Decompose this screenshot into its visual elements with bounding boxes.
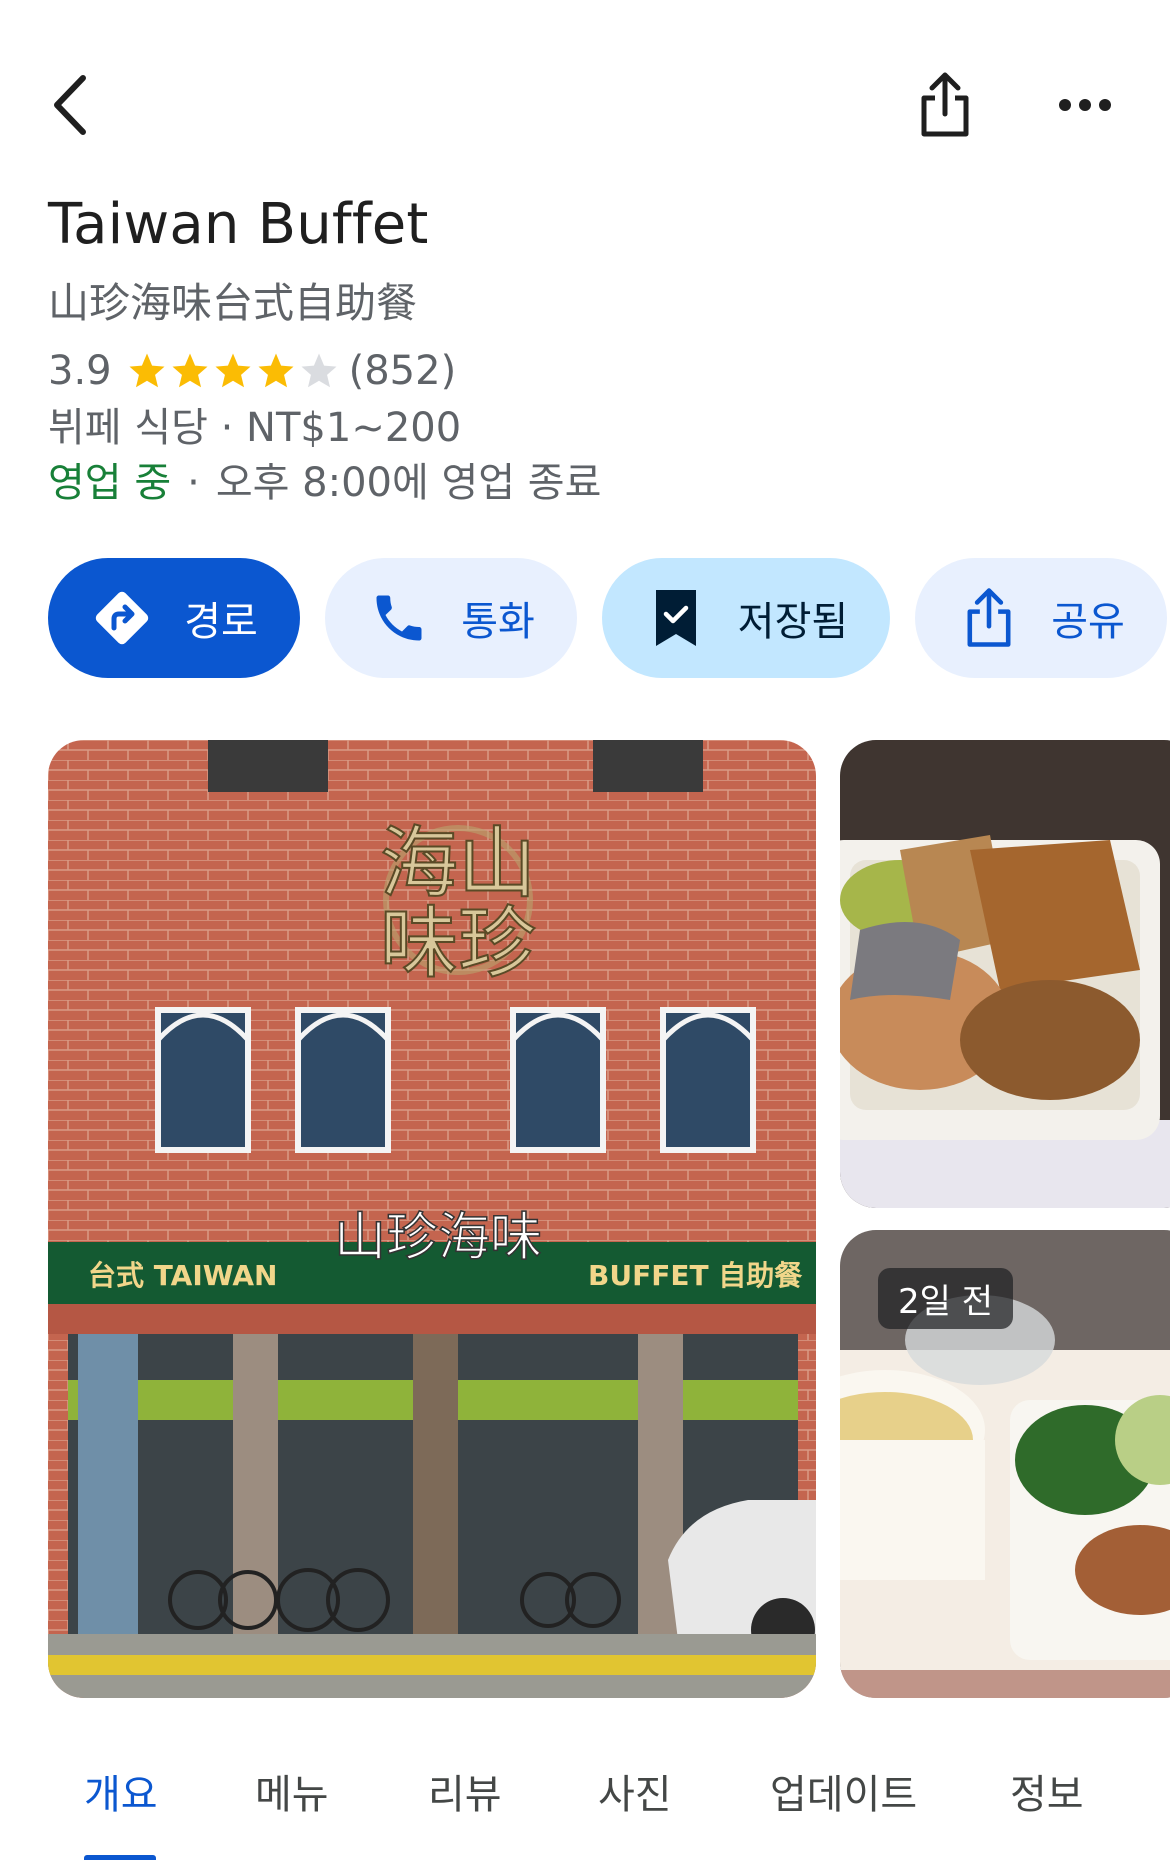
tab-menu[interactable]: 메뉴 [255, 1755, 329, 1835]
star-full-icon [129, 353, 165, 388]
tab-about[interactable]: 정보 [1010, 1755, 1084, 1835]
back-button[interactable] [30, 60, 110, 150]
photo-food-1[interactable] [840, 740, 1170, 1208]
share-icon [957, 586, 1021, 650]
photo-storefront[interactable]: 海山 味珍 台式 TAIWAN BUFFET 自助餐 山珍海味 [48, 740, 816, 1698]
star-full-icon [172, 353, 208, 388]
share-button[interactable]: 공유 [915, 558, 1167, 678]
directions-icon [90, 586, 154, 650]
bookmark-check-icon [644, 586, 708, 650]
call-label: 통화 [461, 599, 535, 645]
top-app-bar [0, 0, 1170, 180]
hours-row[interactable]: 영업 중 · 오후 8:00에 영업 종료 [48, 455, 601, 511]
star-full-icon [215, 353, 251, 388]
tab-bar: 개요 메뉴 리뷰 사진 업데이트 정보 [0, 1755, 1170, 1860]
photo-age-badge: 2일 전 [878, 1268, 1013, 1329]
directions-button[interactable]: 경로 [48, 558, 300, 678]
star-empty-icon [301, 353, 337, 388]
tab-updates[interactable]: 업데이트 [770, 1755, 917, 1835]
place-title: Taiwan Buffet [48, 192, 429, 257]
category-price: 뷔페 식당 · NT$1~200 [48, 405, 462, 451]
active-tab-indicator [84, 1855, 156, 1860]
share-label: 공유 [1051, 599, 1125, 645]
tab-reviews[interactable]: 리뷰 [428, 1755, 502, 1835]
share-icon [921, 72, 969, 137]
separator-dot: · [187, 460, 200, 506]
saved-label: 저장됨 [737, 599, 849, 645]
rating-row[interactable]: 3.9 (852) [48, 343, 456, 399]
open-status: 영업 중 [48, 460, 172, 506]
chevron-left-icon [54, 75, 86, 135]
photo-food-2[interactable]: 2일 전 [840, 1230, 1170, 1698]
phone-icon [367, 586, 431, 650]
directions-label: 경로 [184, 599, 258, 645]
action-buttons: 경로 통화 저장됨 공유 [48, 558, 1170, 678]
storefront-photo-image: 海山 味珍 台式 TAIWAN BUFFET 自助餐 山珍海味 [48, 740, 816, 1698]
food-photo-image [840, 740, 1170, 1208]
rating-value: 3.9 [48, 348, 112, 394]
more-horiz-icon [1059, 99, 1111, 111]
more-options-button[interactable] [1040, 60, 1130, 150]
gold-sign-text: 海山 [380, 819, 536, 909]
review-count: (852) [348, 348, 457, 394]
svg-text:台式 TAIWAN: 台式 TAIWAN [88, 1259, 278, 1292]
tab-photos[interactable]: 사진 [598, 1755, 672, 1835]
saved-button[interactable]: 저장됨 [602, 558, 890, 678]
place-native-name: 山珍海味台式自助餐 [48, 279, 417, 327]
share-top-button[interactable] [900, 60, 990, 150]
call-button[interactable]: 통화 [325, 558, 577, 678]
svg-text:山珍海味: 山珍海味 [334, 1208, 542, 1268]
rating-stars [126, 350, 341, 392]
tab-overview[interactable]: 개요 [84, 1755, 158, 1835]
svg-text:味珍: 味珍 [380, 899, 536, 989]
star-full-icon [258, 353, 294, 388]
closing-time: 오후 8:00에 영업 종료 [215, 460, 602, 506]
svg-text:BUFFET 自助餐: BUFFET 自助餐 [588, 1259, 803, 1292]
